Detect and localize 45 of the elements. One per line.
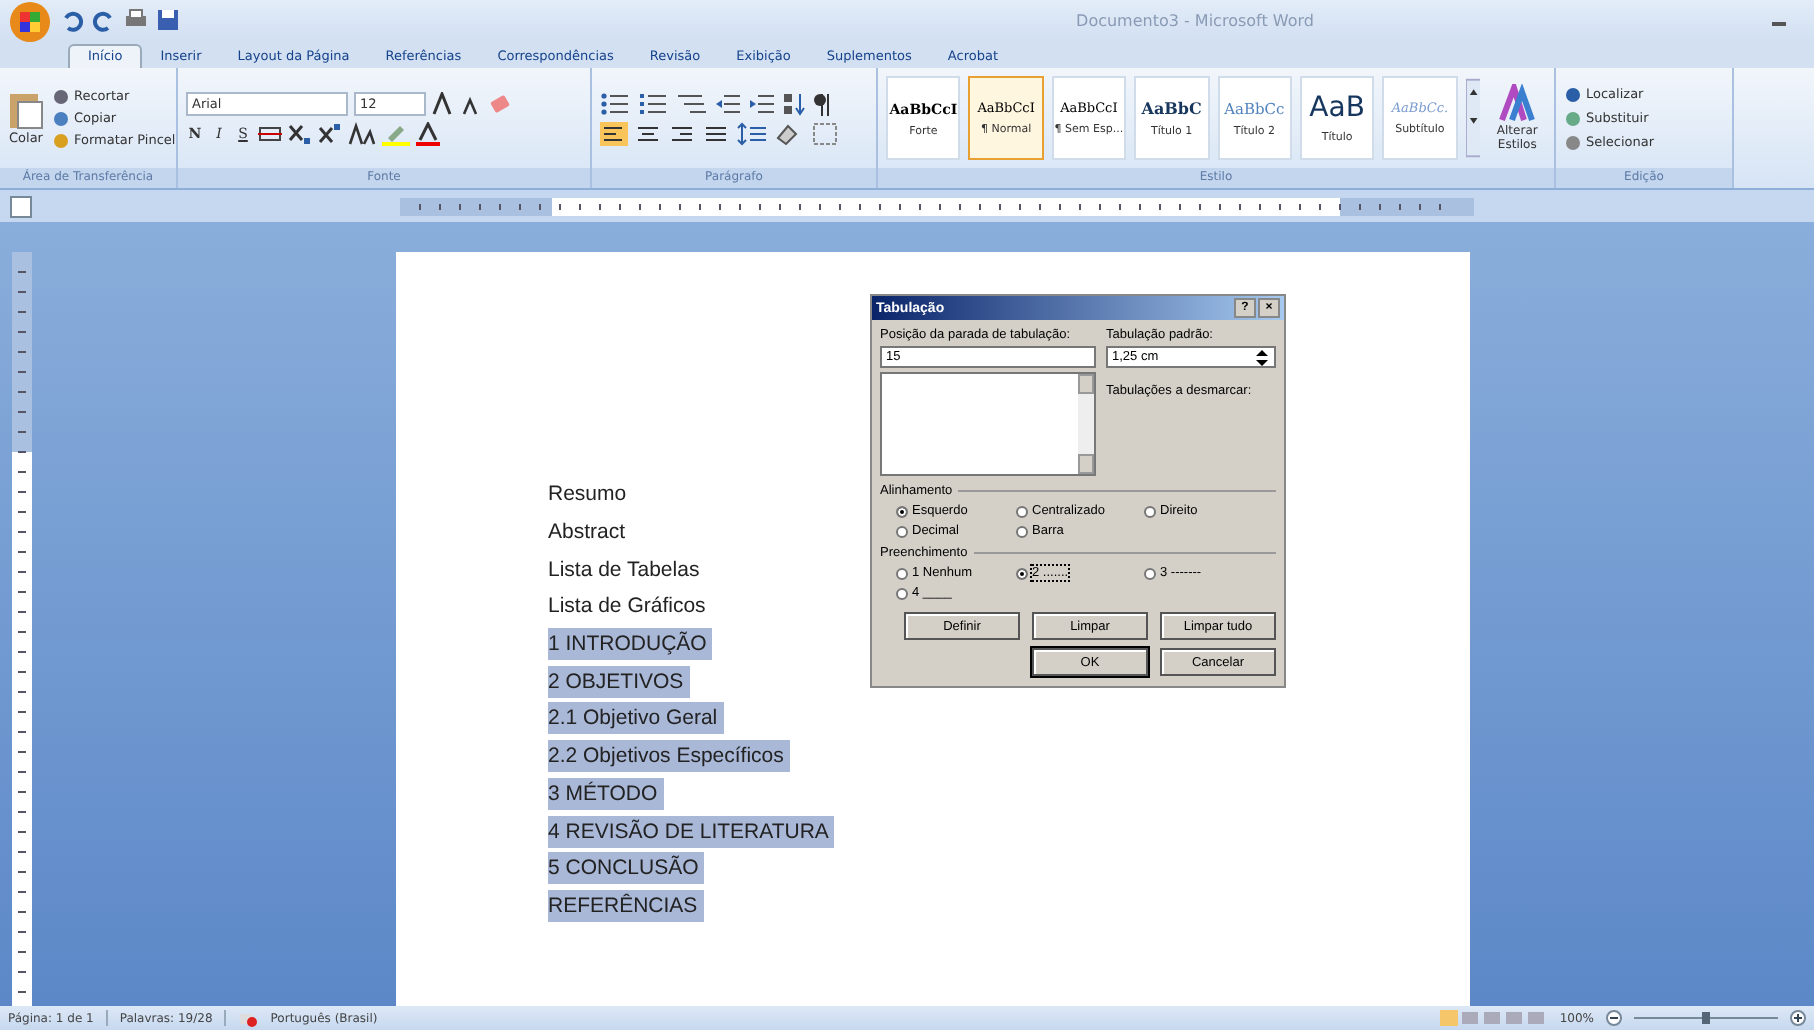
tab-stops-list[interactable] xyxy=(880,372,1096,476)
gallery-scroll-icon[interactable] xyxy=(1465,78,1481,158)
heading-line: Abstract xyxy=(548,518,628,549)
multilevel-list-icon[interactable] xyxy=(676,91,708,115)
bullets-icon[interactable] xyxy=(600,91,632,115)
align-right-icon[interactable] xyxy=(668,121,696,145)
line-spacing-icon[interactable] xyxy=(736,121,768,145)
proofing-icon[interactable] xyxy=(238,1009,259,1027)
increase-indent-icon[interactable] xyxy=(748,91,776,115)
redo-icon[interactable] xyxy=(92,8,116,32)
save-icon[interactable] xyxy=(156,8,180,32)
strikethrough-icon[interactable] xyxy=(258,121,282,145)
justify-icon[interactable] xyxy=(702,121,730,145)
printer-icon[interactable] xyxy=(124,8,148,32)
numbering-icon[interactable] xyxy=(638,91,670,115)
styles-icon xyxy=(1497,84,1538,124)
radio-button[interactable] xyxy=(896,505,908,517)
tab-selector[interactable] xyxy=(10,195,32,217)
heading-line: Lista de Tabelas xyxy=(548,555,702,586)
radio-button[interactable] xyxy=(896,525,908,537)
zoom-slider[interactable] xyxy=(1634,1010,1778,1026)
font-color-icon[interactable] xyxy=(416,121,440,145)
radio-button[interactable] xyxy=(1144,505,1156,517)
office-button[interactable] xyxy=(8,0,52,44)
radio-button[interactable] xyxy=(1016,525,1028,537)
zoom-out-icon[interactable] xyxy=(1606,1010,1622,1026)
radio-button[interactable] xyxy=(896,587,908,599)
spinner-icon[interactable] xyxy=(1254,347,1270,367)
undo-icon[interactable] xyxy=(60,8,84,32)
radio-button[interactable] xyxy=(1144,567,1156,579)
align-center-icon[interactable] xyxy=(634,121,662,145)
radio-button[interactable] xyxy=(896,567,908,579)
radio-button[interactable] xyxy=(1016,505,1028,517)
sort-icon[interactable] xyxy=(782,91,806,115)
heading-line: Lista de Gráficos xyxy=(548,592,708,623)
superscript-icon[interactable] xyxy=(318,121,342,145)
decrease-indent-icon[interactable] xyxy=(714,91,742,115)
pilcrow-icon[interactable] xyxy=(812,91,832,115)
heading-line: Resumo xyxy=(548,480,629,511)
radio-button[interactable] xyxy=(1016,567,1028,579)
zoom-in-icon[interactable] xyxy=(1790,1010,1806,1026)
window-title: Documento3 - Microsoft Word xyxy=(1074,11,1316,29)
align-left-icon[interactable] xyxy=(600,121,628,145)
slider-thumb[interactable] xyxy=(1702,1012,1710,1024)
subscript-icon[interactable] xyxy=(288,121,312,145)
